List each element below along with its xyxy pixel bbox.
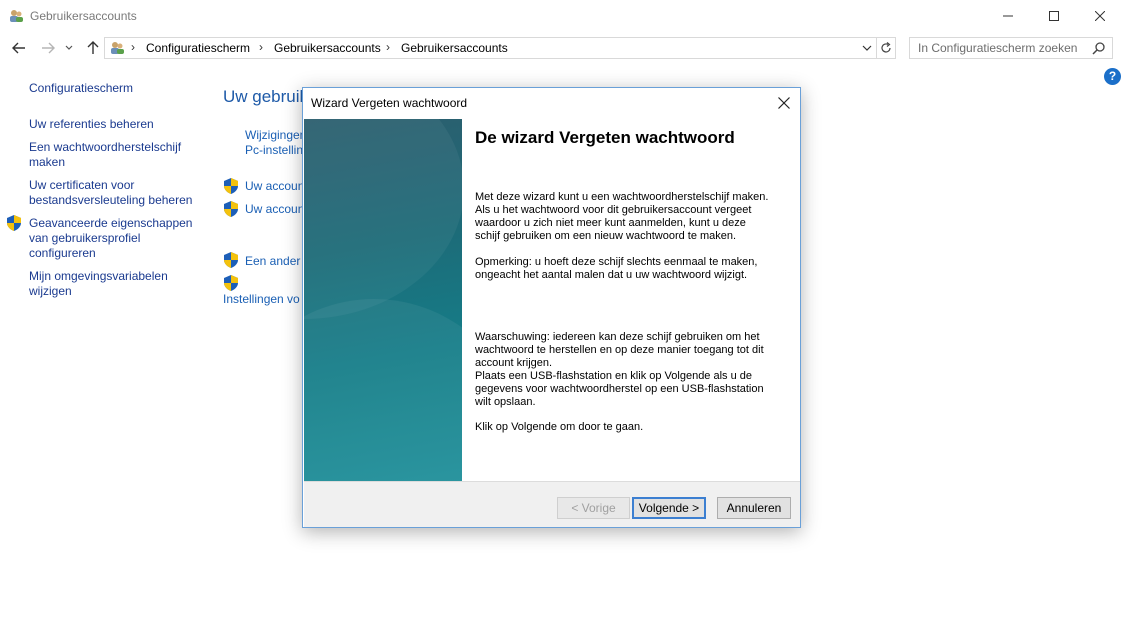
chevron-down-icon [65,45,73,50]
close-icon [1095,11,1105,21]
window-titlebar: Gebruikersaccounts [0,0,1123,32]
address-bar[interactable]: › Configuratiescherm › Gebruikersaccount… [104,37,877,59]
uac-shield-icon [224,201,238,217]
dialog-title: Wizard Vergeten wachtwoord [311,96,468,110]
main-link-account-1[interactable]: Uw accoun [245,179,304,194]
help-icon[interactable]: ? [1104,68,1121,85]
wizard-side-banner [304,119,462,481]
uac-shield-icon [224,178,238,194]
search-box[interactable] [909,37,1113,59]
main-link-settings[interactable]: Instellingen vo [223,292,300,307]
arrow-right-icon [42,42,55,54]
uac-shield-icon [224,275,238,291]
up-button[interactable] [83,38,103,58]
wizard-continue-text: Klik op Volgende om door te gaan. [475,421,644,433]
dialog-close-button[interactable] [775,94,793,112]
main-link-pc-settings[interactable]: Pc-instellin [245,143,303,158]
leftnav-link-profile[interactable]: Geavanceerde eigenschappen van gebruiker… [29,216,199,261]
wizard-footer: < Vorige Volgende > Annuleren [304,481,800,527]
search-icon[interactable] [1092,41,1106,55]
arrow-left-icon [12,42,25,54]
chevron-down-icon[interactable] [861,40,873,56]
breadcrumb-separator-icon[interactable]: › [386,40,390,54]
search-input[interactable] [918,41,1088,55]
window-title: Gebruikersaccounts [30,9,137,23]
breadcrumb-separator-icon[interactable]: › [259,40,263,54]
uac-shield-icon [224,252,238,268]
main-link-other-account[interactable]: Een ander a [245,254,310,269]
close-icon [778,97,790,109]
refresh-button[interactable] [876,37,896,59]
leftnav-link-certificates[interactable]: Uw certificaten voor bestandsversleuteli… [29,178,199,208]
minimize-button[interactable] [985,0,1031,32]
uac-shield-icon [7,215,21,231]
recent-locations-button[interactable] [62,38,76,58]
forward-button[interactable] [38,38,58,58]
leftnav-link-env-vars[interactable]: Mijn omgevingsvariabelen wijzigen [29,269,189,299]
wizard-intro-text: Met deze wizard kunt u een wachtwoordher… [475,191,769,242]
refresh-icon [880,42,891,53]
leftnav-link-credentials[interactable]: Uw referenties beheren [29,117,199,132]
breadcrumb-item[interactable]: Gebruikersaccounts [401,41,508,55]
page-title: Uw gebruik [223,87,309,106]
next-button[interactable]: Volgende > [632,497,706,519]
users-icon [10,10,23,22]
wizard-warning-text: Waarschuwing: iedereen kan deze schijf g… [475,331,764,408]
banner-swirl [304,119,462,319]
main-link-changes[interactable]: Wijzigingen [245,128,306,143]
forgotten-password-wizard-dialog: Wizard Vergeten wachtwoord De wizard Ver… [302,87,801,528]
maximize-icon [1049,11,1059,21]
users-icon [111,42,124,54]
back-button[interactable] [9,38,29,58]
breadcrumb-separator-icon[interactable]: › [131,40,135,54]
wizard-heading: De wizard Vergeten wachtwoord [475,128,735,147]
breadcrumb-item[interactable]: Configuratiescherm [146,41,250,55]
arrow-up-icon [87,41,99,54]
banner-swirl [304,299,462,481]
maximize-button[interactable] [1031,0,1077,32]
close-button[interactable] [1077,0,1123,32]
leftnav-home-link[interactable]: Configuratiescherm [29,81,199,96]
minimize-icon [1003,15,1013,17]
wizard-note-text: Opmerking: u hoeft deze schijf slechts e… [475,256,758,281]
back-button[interactable]: < Vorige [557,497,630,519]
leftnav-link-reset-disk[interactable]: Een wachtwoordherstelschijf maken [29,140,189,170]
breadcrumb-item[interactable]: Gebruikersaccounts [274,41,381,55]
cancel-button[interactable]: Annuleren [717,497,791,519]
main-link-account-2[interactable]: Uw accoun [245,202,304,217]
